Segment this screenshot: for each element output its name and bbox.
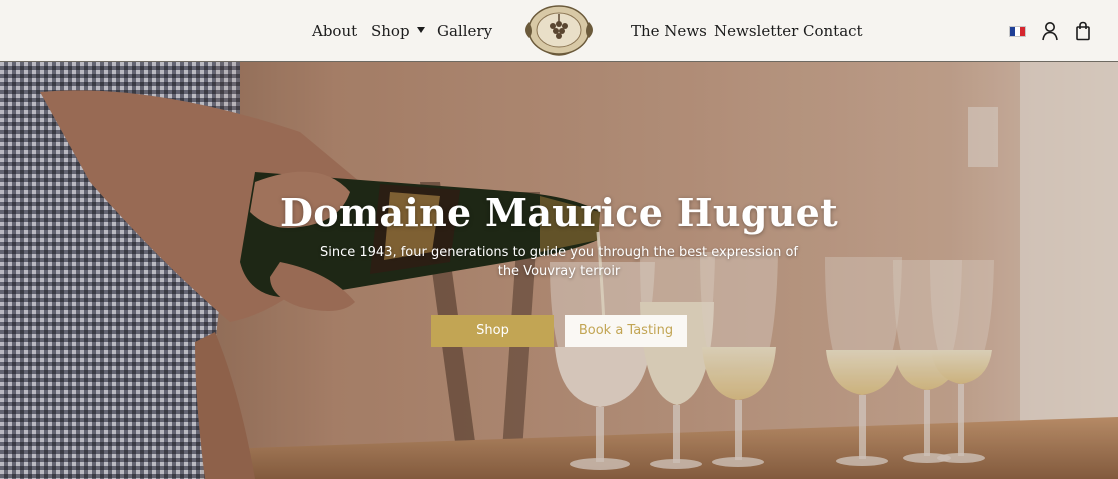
- site-header: About Shop Gallery The News Newsletter C…: [0, 0, 1118, 62]
- nav-shop-label: Shop: [371, 22, 410, 40]
- hero-subtitle: Since 1943, four generations to guide yo…: [320, 245, 798, 279]
- shopping-bag-icon[interactable]: [1074, 21, 1092, 41]
- nav-shop[interactable]: Shop: [371, 22, 425, 40]
- nav-contact[interactable]: Contact: [803, 22, 863, 40]
- hero-title: Domaine Maurice Huguet: [280, 190, 838, 235]
- nav-gallery[interactable]: Gallery: [437, 22, 492, 40]
- nav-newsletter[interactable]: Newsletter: [714, 22, 798, 40]
- user-icon[interactable]: [1041, 21, 1059, 41]
- book-tasting-button[interactable]: Book a Tasting: [565, 315, 687, 347]
- france-flag-icon[interactable]: [1009, 26, 1026, 37]
- domaine-logo[interactable]: [519, 2, 599, 58]
- nav-the-news[interactable]: The News: [631, 22, 707, 40]
- nav-about[interactable]: About: [312, 22, 357, 40]
- hero-section: Domaine Maurice Huguet Since 1943, four …: [0, 62, 1118, 479]
- chevron-down-icon: [416, 27, 425, 33]
- shop-button[interactable]: Shop: [431, 315, 554, 347]
